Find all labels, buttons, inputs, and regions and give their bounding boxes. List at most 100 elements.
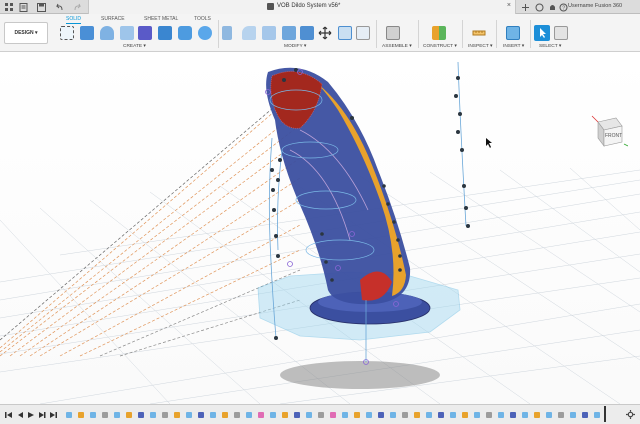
timeline-feature[interactable]	[294, 412, 300, 418]
timeline-feature[interactable]	[78, 412, 84, 418]
close-tab-button[interactable]: ×	[507, 2, 511, 9]
help-icon[interactable]: ?	[558, 2, 568, 12]
tab-sheet-metal[interactable]: SHEET METAL	[144, 16, 178, 22]
timeline-feature[interactable]	[450, 412, 456, 418]
timeline-start-icon[interactable]	[5, 411, 13, 419]
timeline-feature[interactable]	[318, 412, 324, 418]
timeline-feature[interactable]	[138, 412, 144, 418]
timeline-feature[interactable]	[306, 412, 312, 418]
shell-icon[interactable]	[282, 26, 296, 40]
timeline-feature[interactable]	[330, 412, 336, 418]
box-icon[interactable]	[158, 26, 172, 40]
timeline-feature[interactable]	[534, 412, 540, 418]
timeline-feature[interactable]	[90, 412, 96, 418]
timeline-back-icon[interactable]	[16, 411, 24, 419]
document-tab[interactable]: VOB Dildo System v56* ×	[88, 0, 516, 14]
select-menu[interactable]: SELECT ▾	[539, 44, 561, 49]
timeline-feature[interactable]	[390, 412, 396, 418]
loft-icon[interactable]	[138, 26, 152, 40]
measure-icon[interactable]	[472, 26, 486, 40]
timeline-feature[interactable]	[102, 412, 108, 418]
create-menu[interactable]: CREATE ▾	[123, 44, 146, 49]
timeline-feature[interactable]	[234, 412, 240, 418]
timeline-feature[interactable]	[186, 412, 192, 418]
timeline-feature[interactable]	[498, 412, 504, 418]
inspect-menu[interactable]: INSPECT ▾	[468, 44, 492, 49]
select-icon[interactable]	[534, 25, 550, 41]
timeline-feature[interactable]	[582, 412, 588, 418]
sphere-icon[interactable]	[198, 26, 212, 40]
construct-menu[interactable]: CONSTRUCT ▾	[423, 44, 457, 49]
chamfer-icon[interactable]	[262, 26, 276, 40]
tab-surface[interactable]: SURFACE	[101, 16, 125, 22]
timeline-feature[interactable]	[174, 412, 180, 418]
redo-icon[interactable]	[72, 2, 82, 12]
timeline-feature[interactable]	[474, 412, 480, 418]
timeline-feature[interactable]	[366, 412, 372, 418]
timeline-feature[interactable]	[354, 412, 360, 418]
assemble-menu[interactable]: ASSEMBLE ▾	[382, 44, 412, 49]
user-account[interactable]: Username Fusion 360	[568, 3, 622, 9]
timeline-feature[interactable]	[210, 412, 216, 418]
split-body-icon[interactable]	[356, 26, 370, 40]
timeline-feature[interactable]	[222, 412, 228, 418]
fillet-icon[interactable]	[242, 26, 256, 40]
extensions-icon[interactable]	[534, 2, 544, 12]
timeline-feature[interactable]	[378, 412, 384, 418]
timeline-track[interactable]	[66, 408, 612, 422]
sweep-icon[interactable]	[120, 26, 134, 40]
revolve-icon[interactable]	[100, 26, 114, 40]
timeline-feature[interactable]	[462, 412, 468, 418]
timeline-feature[interactable]	[486, 412, 492, 418]
insert-image-icon[interactable]	[506, 26, 520, 40]
timeline-feature[interactable]	[594, 412, 600, 418]
tab-tools[interactable]: TOOLS	[194, 16, 211, 22]
timeline-feature[interactable]	[246, 412, 252, 418]
timeline-feature[interactable]	[150, 412, 156, 418]
create-sketch-icon[interactable]	[60, 26, 74, 40]
timeline-forward-icon[interactable]	[38, 411, 46, 419]
timeline-feature[interactable]	[522, 412, 528, 418]
new-component-icon[interactable]	[386, 26, 400, 40]
timeline-feature[interactable]	[546, 412, 552, 418]
modify-menu[interactable]: MODIFY ▾	[284, 44, 306, 49]
align-icon[interactable]	[338, 26, 352, 40]
file-icon[interactable]	[18, 2, 28, 12]
app-grid-icon[interactable]	[4, 2, 14, 12]
timeline-feature[interactable]	[66, 412, 72, 418]
timeline-settings-gear-icon[interactable]	[626, 410, 635, 419]
press-pull-icon[interactable]	[222, 26, 232, 40]
view-cube[interactable]: FRONT	[588, 112, 628, 152]
timeline-feature[interactable]	[126, 412, 132, 418]
timeline-feature[interactable]	[510, 412, 516, 418]
timeline-feature[interactable]	[570, 412, 576, 418]
offset-plane-icon[interactable]	[432, 26, 446, 40]
cylinder-icon[interactable]	[178, 26, 192, 40]
timeline-feature[interactable]	[426, 412, 432, 418]
workspace-switcher[interactable]: DESIGN ▾	[4, 22, 48, 44]
new-tab-icon[interactable]	[520, 2, 530, 12]
insert-menu[interactable]: INSERT ▾	[503, 44, 524, 49]
timeline-feature[interactable]	[162, 412, 168, 418]
timeline-marker[interactable]	[604, 406, 606, 422]
timeline-end-icon[interactable]	[49, 411, 57, 419]
undo-icon[interactable]	[54, 2, 64, 12]
timeline-feature[interactable]	[438, 412, 444, 418]
timeline-feature[interactable]	[114, 412, 120, 418]
timeline-feature[interactable]	[270, 412, 276, 418]
selection-filter-icon[interactable]	[554, 26, 568, 40]
timeline-feature[interactable]	[558, 412, 564, 418]
save-icon[interactable]	[36, 2, 46, 12]
timeline-play-icon[interactable]	[27, 411, 35, 419]
canvas-viewport[interactable]: FRONT	[0, 52, 640, 404]
timeline-feature[interactable]	[258, 412, 264, 418]
timeline-feature[interactable]	[414, 412, 420, 418]
timeline-feature[interactable]	[342, 412, 348, 418]
timeline-feature[interactable]	[198, 412, 204, 418]
timeline-feature[interactable]	[282, 412, 288, 418]
combine-icon[interactable]	[300, 26, 314, 40]
tab-solid[interactable]: SOLID	[66, 16, 82, 24]
notifications-icon[interactable]	[547, 2, 557, 12]
extrude-icon[interactable]	[80, 26, 94, 40]
timeline-feature[interactable]	[402, 412, 408, 418]
